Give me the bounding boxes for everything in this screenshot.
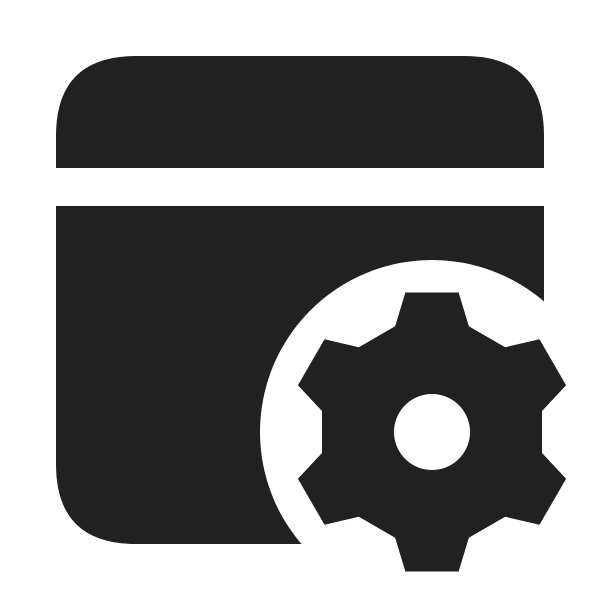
window-settings-icon bbox=[56, 56, 567, 572]
window-title-bar bbox=[56, 56, 544, 168]
icon-canvas bbox=[0, 0, 600, 600]
